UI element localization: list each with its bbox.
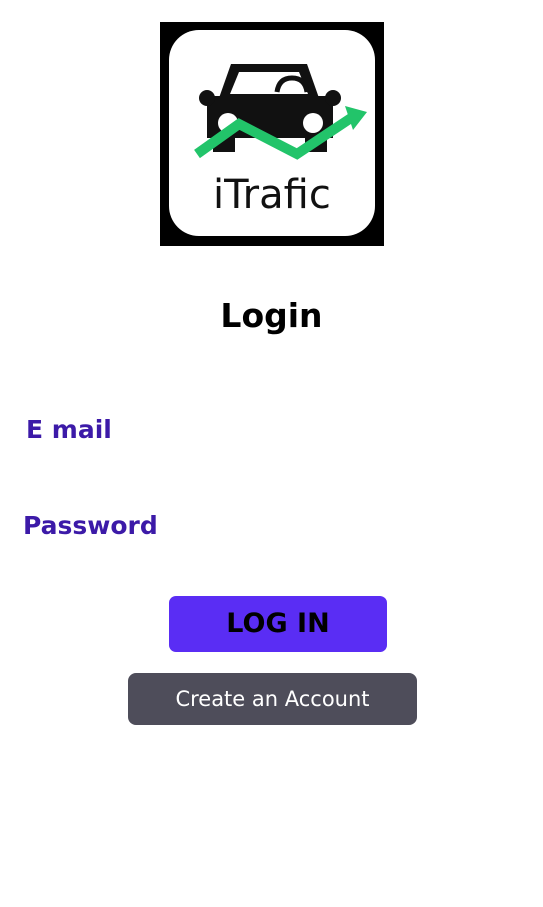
email-label: E mail [26, 415, 112, 444]
create-account-button[interactable]: Create an Account [128, 673, 417, 725]
email-field[interactable] [150, 412, 524, 454]
password-label: Password [23, 511, 158, 540]
login-button[interactable]: LOG IN [169, 596, 387, 652]
app-logo: iTrafic [160, 22, 384, 246]
logo-tile: iTrafic [169, 30, 375, 236]
password-field[interactable] [170, 508, 524, 550]
logo-wordmark: iTrafic [213, 172, 331, 218]
page-title: Login [220, 296, 323, 335]
